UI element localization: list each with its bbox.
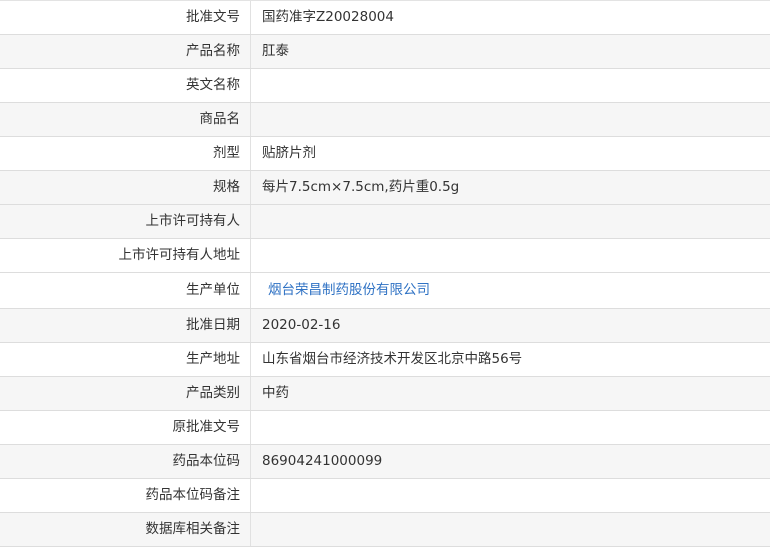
field-label: 数据库相关备注 <box>0 513 251 546</box>
field-value <box>251 513 770 546</box>
table-row-standard-code-remarks: 药品本位码备注 <box>0 479 770 513</box>
table-row-approval-date: 批准日期 2020-02-16 <box>0 309 770 343</box>
field-label: 产品名称 <box>0 35 251 68</box>
field-value: 肛泰 <box>262 43 289 59</box>
field-value: 2020-02-16 <box>262 317 341 333</box>
field-value <box>251 69 770 102</box>
table-row-trade-name: 商品名 <box>0 103 770 137</box>
table-row-production-address: 生产地址 山东省烟台市经济技术开发区北京中路56号 <box>0 343 770 377</box>
table-row-license-holder: 上市许可持有人 <box>0 205 770 239</box>
drug-detail-table: 批准文号 国药准字Z20028004 产品名称 肛泰 英文名称 商品名 剂型 贴… <box>0 0 770 547</box>
field-value <box>251 239 770 272</box>
field-label: 批准文号 <box>0 1 251 34</box>
field-value: 山东省烟台市经济技术开发区北京中路56号 <box>262 351 523 367</box>
table-row-dosage-form: 剂型 贴脐片剂 <box>0 137 770 171</box>
field-label: 药品本位码 <box>0 445 251 478</box>
table-row-approval-number: 批准文号 国药准字Z20028004 <box>0 1 770 35</box>
table-row-license-holder-address: 上市许可持有人地址 <box>0 239 770 273</box>
field-value: 中药 <box>262 385 289 401</box>
field-value <box>251 205 770 238</box>
table-row-english-name: 英文名称 <box>0 69 770 103</box>
field-label: 规格 <box>0 171 251 204</box>
table-row-specification: 规格 每片7.5cm×7.5cm,药片重0.5g <box>0 171 770 205</box>
table-row-product-category: 产品类别 中药 <box>0 377 770 411</box>
field-label: 生产地址 <box>0 343 251 376</box>
field-label: 英文名称 <box>0 69 251 102</box>
field-label: 产品类别 <box>0 377 251 410</box>
field-label: 上市许可持有人地址 <box>0 239 251 272</box>
field-label: 商品名 <box>0 103 251 136</box>
table-row-database-remarks: 数据库相关备注 <box>0 513 770 547</box>
field-label: 药品本位码备注 <box>0 479 251 512</box>
field-label: 剂型 <box>0 137 251 170</box>
table-row-product-name: 产品名称 肛泰 <box>0 35 770 69</box>
table-row-manufacturer: 生产单位 烟台荣昌制药股份有限公司 <box>0 273 770 309</box>
field-value <box>251 103 770 136</box>
field-value: 每片7.5cm×7.5cm,药片重0.5g <box>262 179 460 195</box>
field-label: 生产单位 <box>0 273 251 308</box>
field-value: 烟台荣昌制药股份有限公司 <box>251 273 770 308</box>
field-label: 原批准文号 <box>0 411 251 444</box>
field-value: 86904241000099 <box>262 453 383 469</box>
field-value: 国药准字Z20028004 <box>262 9 394 25</box>
table-row-drug-standard-code: 药品本位码 86904241000099 <box>0 445 770 479</box>
field-label: 上市许可持有人 <box>0 205 251 238</box>
field-label: 批准日期 <box>0 309 251 342</box>
field-value <box>251 411 770 444</box>
manufacturer-link[interactable]: 烟台荣昌制药股份有限公司 <box>268 282 430 298</box>
table-row-original-approval-number: 原批准文号 <box>0 411 770 445</box>
field-value: 贴脐片剂 <box>262 145 316 161</box>
field-value <box>251 479 770 512</box>
